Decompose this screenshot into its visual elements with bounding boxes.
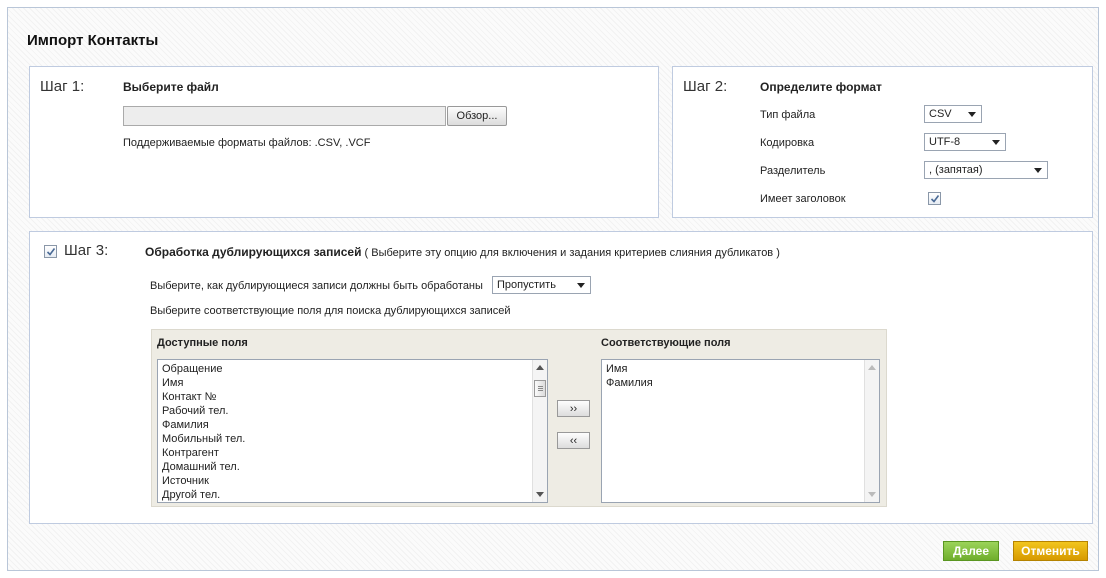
file-type-select[interactable]: CSV [924, 105, 982, 123]
list-item[interactable]: Мобильный тел. [158, 432, 245, 446]
matching-fields-items: Имя Фамилия [602, 362, 653, 390]
delimiter-label: Разделитель [760, 165, 826, 177]
page-title: Импорт Контакты [27, 32, 159, 49]
has-header-checkbox[interactable] [928, 192, 941, 205]
step2-heading: Определите формат [760, 80, 882, 94]
list-item[interactable]: Домашний тел. [158, 460, 245, 474]
scroll-down-arrow-icon[interactable] [536, 492, 544, 497]
field-selector: Доступные поля Соответствующие поля Обра… [151, 329, 887, 507]
next-button[interactable]: Далее [943, 541, 999, 561]
available-fields-items: Обращение Имя Контакт № Рабочий тел. Фамилия… [158, 362, 245, 502]
encoding-value: UTF-8 [929, 136, 961, 148]
cancel-button[interactable]: Отменить [1013, 541, 1088, 561]
chevron-down-icon [1034, 168, 1042, 173]
list-item[interactable]: Фамилия [158, 418, 245, 432]
step3-label: Шаг 3: [64, 242, 109, 259]
duplicate-handling-value: Пропустить [497, 279, 556, 291]
list-item[interactable]: Контрагент [158, 446, 245, 460]
grip-line [538, 388, 543, 389]
check-icon [930, 195, 940, 203]
delimiter-select[interactable]: , (запятая) [924, 161, 1048, 179]
list-item[interactable]: Обращение [158, 362, 245, 376]
matching-fields-list[interactable]: Имя Фамилия [601, 359, 880, 503]
step2-panel: Шаг 2: Определите формат Тип файла CSV К… [672, 66, 1093, 218]
scroll-up-arrow-icon[interactable] [536, 365, 544, 370]
browse-button[interactable]: Обзор... [447, 106, 507, 126]
file-path-field[interactable] [123, 106, 446, 126]
add-field-button[interactable]: ›› [557, 400, 590, 417]
supported-formats-text: Поддерживаемые форматы файлов: .CSV, .VC… [123, 137, 371, 149]
delimiter-value: , (запятая) [929, 164, 983, 176]
match-fields-label: Выберите соответствующие поля для поиска… [150, 305, 511, 317]
step3-panel: Шаг 3: Обработка дублирующихся записей (… [29, 231, 1093, 524]
step1-panel: Шаг 1: Выберите файл Обзор... Поддержива… [29, 66, 659, 218]
step1-heading: Выберите файл [123, 80, 219, 94]
encoding-select[interactable]: UTF-8 [924, 133, 1006, 151]
step3-heading: Обработка дублирующихся записей [145, 245, 362, 259]
available-fields-scrollbar[interactable] [532, 360, 547, 502]
scroll-up-arrow-icon[interactable] [868, 365, 876, 370]
chevron-down-icon [577, 283, 585, 288]
has-header-label: Имеет заголовок [760, 193, 846, 205]
check-icon [46, 248, 56, 256]
grip-line [538, 386, 543, 387]
chevron-down-icon [992, 140, 1000, 145]
duplicate-handling-select[interactable]: Пропустить [492, 276, 591, 294]
encoding-label: Кодировка [760, 137, 815, 149]
grip-line [538, 390, 543, 391]
import-dialog: Импорт Контакты Шаг 1: Выберите файл Обз… [7, 7, 1099, 571]
step1-label: Шаг 1: [40, 78, 85, 95]
step2-label: Шаг 2: [683, 78, 728, 95]
scroll-thumb[interactable] [534, 380, 546, 397]
matching-fields-scrollbar[interactable] [864, 360, 879, 502]
file-type-value: CSV [929, 108, 952, 120]
list-item[interactable]: Контакт № [158, 390, 245, 404]
list-item[interactable]: Другой тел. [158, 488, 245, 502]
available-fields-list[interactable]: Обращение Имя Контакт № Рабочий тел. Фамилия… [157, 359, 548, 503]
step3-heading-note: ( Выберите эту опцию для включения и зад… [361, 247, 780, 259]
duplicate-handling-label: Выберите, как дублирующиеся записи должн… [150, 280, 483, 292]
matching-fields-title: Соответствующие поля [601, 337, 731, 349]
list-item[interactable]: Фамилия [602, 376, 653, 390]
remove-field-button[interactable]: ‹‹ [557, 432, 590, 449]
step3-heading-row: Обработка дублирующихся записей ( Выбери… [145, 245, 780, 259]
list-item[interactable]: Имя [602, 362, 653, 376]
step3-enable-checkbox[interactable] [44, 245, 57, 258]
list-item[interactable]: Рабочий тел. [158, 404, 245, 418]
list-item[interactable]: Источник [158, 474, 245, 488]
available-fields-title: Доступные поля [157, 337, 248, 349]
file-type-label: Тип файла [760, 109, 816, 121]
chevron-down-icon [968, 112, 976, 117]
list-item[interactable]: Имя [158, 376, 245, 390]
scroll-down-arrow-icon[interactable] [868, 492, 876, 497]
